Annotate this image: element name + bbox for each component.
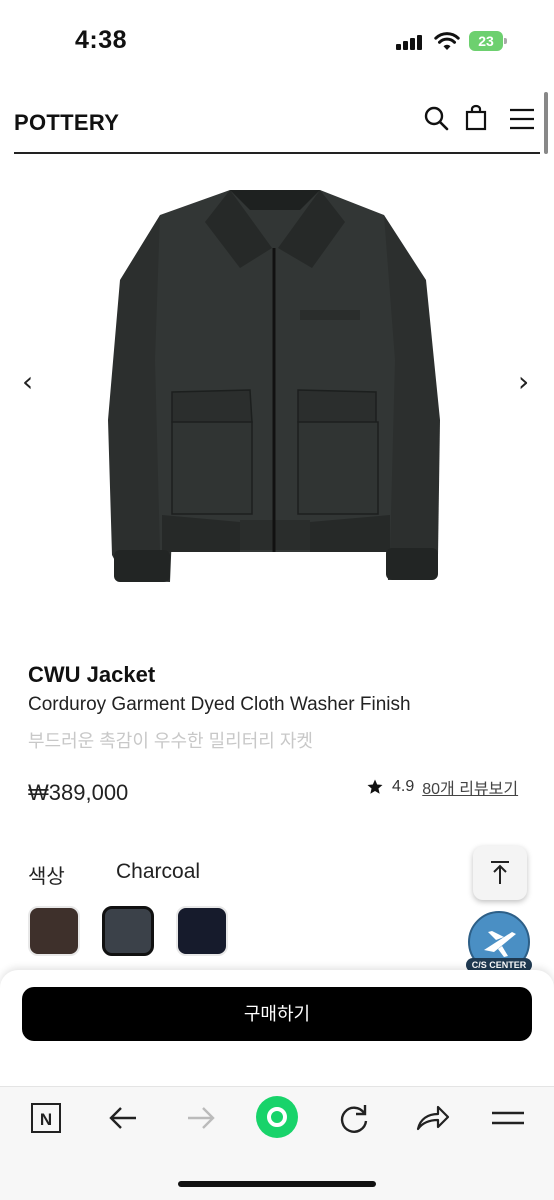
battery-icon: 23 — [469, 31, 507, 51]
gallery-prev-arrow[interactable]: ‹ — [22, 365, 33, 398]
share-icon[interactable] — [412, 1101, 452, 1137]
cs-center-label: C/S CENTER — [472, 960, 527, 970]
rating-value: 4.9 — [392, 778, 415, 795]
naver-home-icon[interactable]: N — [26, 1101, 66, 1137]
review-link[interactable]: 80개 리뷰보기 — [422, 775, 518, 799]
back-arrow-icon[interactable] — [104, 1101, 144, 1137]
rating-row: 4.9 80개 리뷰보기 — [366, 775, 518, 799]
color-swatch-navy[interactable] — [176, 906, 228, 956]
refresh-icon[interactable] — [334, 1101, 374, 1137]
status-bar: 4:38 23 — [0, 0, 554, 80]
selected-color-name: Charcoal — [116, 860, 201, 883]
color-label: 색상 — [28, 866, 65, 888]
search-icon[interactable] — [422, 104, 450, 132]
gallery-next-arrow[interactable]: › — [518, 365, 529, 398]
menu-lines-icon[interactable] — [488, 1101, 528, 1137]
product-description: 부드러운 촉감이 우수한 밀리터리 자켓 — [28, 731, 313, 751]
green-home-button-icon[interactable] — [255, 1095, 299, 1139]
buy-button[interactable]: 구매하기 — [22, 987, 532, 1041]
color-swatch-charcoal[interactable] — [102, 906, 154, 956]
site-header: POTTERY — [14, 100, 540, 154]
product-gallery[interactable]: ‹ › — [0, 160, 554, 610]
product-image-jacket — [108, 190, 440, 582]
wifi-icon — [434, 32, 460, 50]
brand-logo[interactable]: POTTERY — [14, 110, 119, 136]
cellular-signal-icon — [396, 34, 424, 50]
status-time: 4:38 — [75, 26, 128, 54]
product-price: ₩389,000 — [28, 780, 129, 805]
scrollbar[interactable] — [544, 92, 548, 154]
shopping-bag-icon[interactable] — [462, 104, 490, 132]
purchase-panel: 구매하기 — [0, 970, 554, 1086]
arrow-up-icon — [491, 861, 509, 884]
battery-level: 23 — [469, 31, 503, 51]
menu-icon[interactable] — [508, 104, 536, 132]
color-swatch-brown[interactable] — [28, 906, 80, 956]
home-indicator[interactable] — [178, 1181, 376, 1187]
product-name: CWU Jacket — [28, 662, 156, 687]
product-subtitle: Corduroy Garment Dyed Cloth Washer Finis… — [28, 694, 411, 715]
star-icon — [367, 779, 383, 794]
forward-arrow-icon[interactable] — [180, 1101, 220, 1137]
naver-n-label: N — [40, 1110, 52, 1129]
scroll-to-top-button[interactable] — [473, 846, 527, 900]
